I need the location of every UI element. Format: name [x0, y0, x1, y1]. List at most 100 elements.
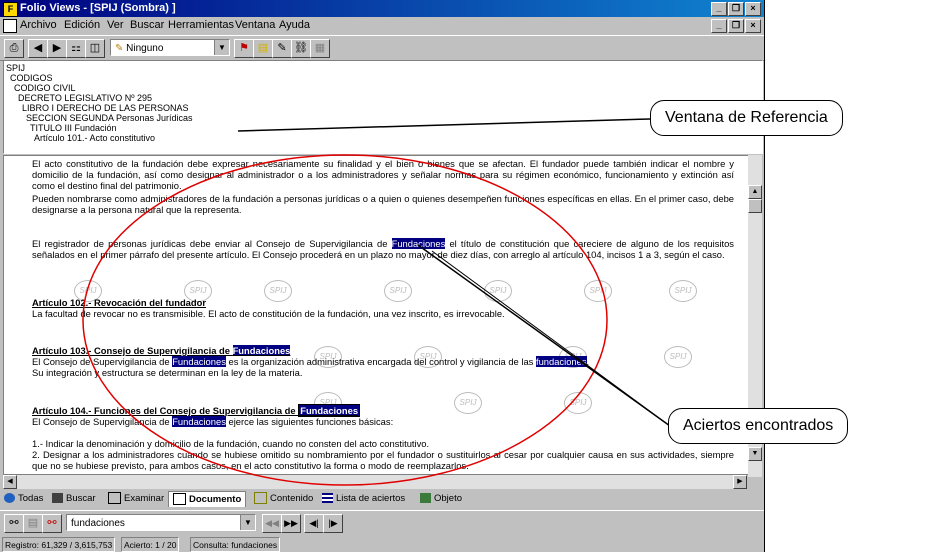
document-pane[interactable]: SPIJ SPIJ SPIJ SPIJ SPIJ SPIJ SPIJ SPIJ …	[3, 155, 749, 475]
minimize-button[interactable]: _	[711, 2, 727, 16]
scroll-up-icon[interactable]: ▲	[748, 185, 762, 199]
menu-ayuda[interactable]: Ayuda	[279, 17, 310, 34]
search-hit[interactable]: Fundaciones	[172, 416, 226, 427]
object-icon	[420, 493, 431, 504]
tab-examinar[interactable]: Examinar	[108, 491, 164, 506]
paragraph: Pueden nombrarse como administradores de…	[32, 193, 734, 215]
title-bar[interactable]: F Folio Views - [SPIJ (Sombra) ] _ ❐ ×	[0, 0, 764, 17]
text-run: El Consejo de Supervigilancia de	[32, 356, 173, 367]
doc-restore-button[interactable]: ❐	[728, 19, 744, 33]
menu-herramientas[interactable]: Herramientas	[168, 17, 234, 34]
tab-label: Documento	[189, 494, 242, 505]
text-run: ejerce las siguientes funciones básicas:	[225, 416, 394, 427]
status-consulta: Consulta: fundaciones	[190, 537, 281, 552]
search-hit[interactable]: fundaciones	[535, 356, 587, 367]
forward-arrow-icon[interactable]: ▶	[47, 39, 67, 58]
list-icon	[322, 493, 333, 504]
close-button[interactable]: ×	[745, 2, 761, 16]
tab-contenido[interactable]: Contenido	[254, 491, 313, 506]
popup-icon[interactable]: ▦	[310, 39, 330, 58]
ref-level-6[interactable]: TITULO III Fundación	[30, 123, 117, 133]
search-hit[interactable]: Fundaciones	[232, 345, 291, 356]
ref-level-7[interactable]: Artículo 101.- Acto constitutivo	[34, 133, 155, 143]
split-view-icon[interactable]: ◫	[85, 39, 105, 58]
document-menu-icon[interactable]	[3, 19, 17, 33]
next-document-icon[interactable]: |▶	[323, 514, 343, 533]
search-query: fundaciones	[71, 518, 125, 529]
text-run: .	[586, 356, 590, 367]
bookmark-icon[interactable]: ⚑	[234, 39, 254, 58]
print-icon[interactable]: ⎙	[4, 39, 24, 58]
ref-level-1[interactable]: CODIGOS	[10, 73, 53, 83]
doc-minimize-button[interactable]: _	[711, 19, 727, 33]
tab-todas[interactable]: Todas	[4, 491, 43, 506]
tab-lista-de-aciertos[interactable]: Lista de aciertos	[322, 491, 405, 506]
text-run: El registrador de personas jurídicas deb…	[32, 238, 392, 249]
search-input[interactable]: fundaciones ▼	[66, 514, 256, 531]
search-hit[interactable]: Fundaciones	[391, 238, 446, 249]
list-item: 2. Designar a los administradores cuando…	[32, 449, 734, 471]
link-icon[interactable]: ⛓	[291, 39, 311, 58]
highlighter-icon[interactable]: ✎	[272, 39, 292, 58]
hits-found-callout: Aciertos encontrados	[668, 408, 849, 444]
article-102-heading: Artículo 102.- Revocación del fundador	[32, 297, 206, 308]
menu-ver[interactable]: Ver	[107, 17, 124, 34]
scroll-thumb[interactable]	[748, 199, 762, 213]
binoculars-icon	[52, 493, 63, 504]
ref-level-4[interactable]: LIBRO I DERECHO DE LAS PERSONAS	[22, 103, 189, 113]
clear-search-icon[interactable]: ⚯	[42, 514, 62, 533]
view-tabs: Todas Buscar Examinar Documento Contenid…	[0, 490, 764, 508]
article-104-heading: Artículo 104.- Funciones del Consejo de …	[32, 404, 734, 417]
globe-icon	[4, 493, 15, 504]
tab-documento[interactable]: Documento	[168, 491, 247, 507]
paragraph: Su integración y estructura se determina…	[32, 367, 303, 378]
paragraph: El Consejo de Supervigilancia de Fundaci…	[32, 416, 734, 427]
tab-label: Todas	[18, 493, 44, 504]
search-hit[interactable]: Fundaciones	[172, 356, 226, 367]
next-hit-icon[interactable]: ▶▶	[281, 514, 301, 533]
tab-objeto[interactable]: Objeto	[420, 491, 462, 506]
tab-buscar[interactable]: Buscar	[52, 491, 96, 506]
advanced-search-icon[interactable]: ▤	[23, 514, 43, 533]
reference-window-callout: Ventana de Referencia	[650, 100, 843, 136]
doc-close-button[interactable]: ×	[745, 19, 761, 33]
tree-view-icon[interactable]: ⚏	[66, 39, 86, 58]
highlighter-pen-icon: ✎	[115, 43, 124, 54]
binoculars-icon[interactable]: ⚯	[4, 514, 24, 533]
ref-level-0[interactable]: SPIJ	[6, 63, 25, 73]
highlighter-value: Ninguno	[126, 43, 164, 54]
status-acierto: Acierto: 1 / 20	[121, 537, 180, 552]
ref-level-3[interactable]: DECRETO LEGISLATIVO Nº 295	[18, 93, 152, 103]
tab-label: Lista de aciertos	[336, 493, 406, 504]
menu-buscar[interactable]: Buscar	[130, 17, 164, 34]
text-run: El Consejo de Supervigilancia de	[32, 416, 173, 427]
document-icon	[173, 493, 186, 506]
text-run: Artículo 103.- Consejo de Supervigilanci…	[32, 345, 233, 356]
highlighter-select[interactable]: ✎ Ninguno ▼	[110, 39, 230, 56]
scroll-right-icon[interactable]: ▶	[733, 475, 747, 489]
menu-edicion[interactable]: Edición	[64, 17, 100, 34]
status-registro: Registro: 61,329 / 3,615,753	[2, 537, 116, 552]
first-hit-icon[interactable]: ◀◀	[262, 514, 282, 533]
menu-bar: Archivo Edición Ver Buscar Herramientas …	[0, 17, 764, 34]
ref-level-2[interactable]: CODIGO CIVIL	[14, 83, 76, 93]
note-icon[interactable]: ▤	[253, 39, 273, 58]
previous-document-icon[interactable]: ◀|	[304, 514, 324, 533]
scroll-left-icon[interactable]: ◀	[3, 475, 17, 489]
back-arrow-icon[interactable]: ◀	[28, 39, 48, 58]
paragraph: El registrador de personas jurídicas deb…	[32, 238, 734, 260]
window-title: Folio Views - [SPIJ (Sombra) ]	[20, 2, 176, 14]
text-run: Artículo 104.- Funciones del Consejo de …	[32, 405, 299, 416]
tab-label: Buscar	[66, 493, 96, 504]
ref-level-5[interactable]: SECCION SEGUNDA Personas Jurídicas	[26, 113, 193, 123]
chevron-down-icon[interactable]: ▼	[214, 40, 229, 55]
scroll-down-icon[interactable]: ▼	[748, 447, 762, 461]
maximize-button[interactable]: ❐	[728, 2, 744, 16]
menu-ventana[interactable]: Ventana	[235, 17, 275, 34]
horizontal-scrollbar[interactable]: ◀ ▶	[3, 475, 747, 489]
folio-app-icon[interactable]: F	[3, 2, 18, 17]
reference-window: SPIJ CODIGOS CODIGO CIVIL DECRETO LEGISL…	[3, 60, 763, 154]
chevron-down-icon[interactable]: ▼	[240, 515, 255, 530]
menu-archivo[interactable]: Archivo	[20, 17, 57, 34]
article-103-heading: Artículo 103.- Consejo de Supervigilanci…	[32, 345, 734, 356]
